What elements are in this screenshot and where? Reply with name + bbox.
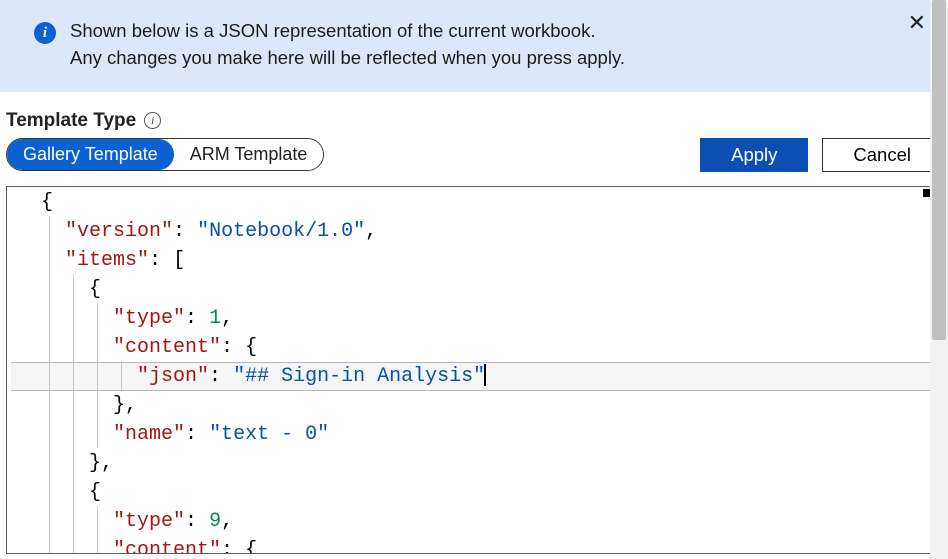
info-hint-icon[interactable]: i: [144, 112, 161, 129]
code-line: "name": "text - 0": [41, 420, 941, 449]
info-banner: i Shown below is a JSON representation o…: [0, 0, 948, 92]
code-line: "content": {: [41, 536, 941, 554]
editor-content[interactable]: { "version": "Notebook/1.0", "items": [ …: [7, 187, 941, 554]
apply-button[interactable]: Apply: [700, 138, 808, 172]
segment-arm-template[interactable]: ARM Template: [174, 139, 324, 170]
info-icon: i: [34, 22, 56, 44]
banner-message: Shown below is a JSON representation of …: [70, 18, 625, 72]
indent-guide: [121, 361, 122, 390]
template-type-segmented: Gallery Template ARM Template: [6, 138, 324, 171]
code-line: "version": "Notebook/1.0",: [41, 217, 941, 246]
banner-line-1: Shown below is a JSON representation of …: [70, 20, 595, 41]
code-line: "type": 1,: [41, 304, 941, 333]
code-line: "json": "## Sign-in Analysis": [41, 362, 941, 391]
code-line: "items": [: [41, 246, 941, 275]
code-line: "type": 9,: [41, 507, 941, 536]
template-type-label: Template Type: [6, 110, 136, 132]
code-line: {: [41, 188, 941, 217]
text-cursor: [484, 364, 486, 386]
code-line: },: [41, 449, 941, 478]
indent-guide: [73, 274, 74, 554]
code-line: {: [41, 275, 941, 304]
code-line: "content": {: [41, 333, 941, 362]
indent-guide: [97, 303, 98, 448]
code-line: },: [41, 391, 941, 420]
segment-gallery-template[interactable]: Gallery Template: [7, 139, 174, 170]
cancel-button[interactable]: Cancel: [822, 138, 942, 172]
template-type-label-row: Template Type i: [0, 92, 948, 138]
close-icon[interactable]: ✕: [908, 12, 926, 34]
indent-guide: [49, 216, 50, 554]
controls-row: Gallery Template ARM Template Apply Canc…: [0, 138, 948, 182]
code-line: {: [41, 478, 941, 507]
json-editor[interactable]: { "version": "Notebook/1.0", "items": [ …: [6, 186, 942, 554]
banner-line-2: Any changes you make here will be reflec…: [70, 47, 625, 68]
indent-guide: [97, 506, 98, 554]
